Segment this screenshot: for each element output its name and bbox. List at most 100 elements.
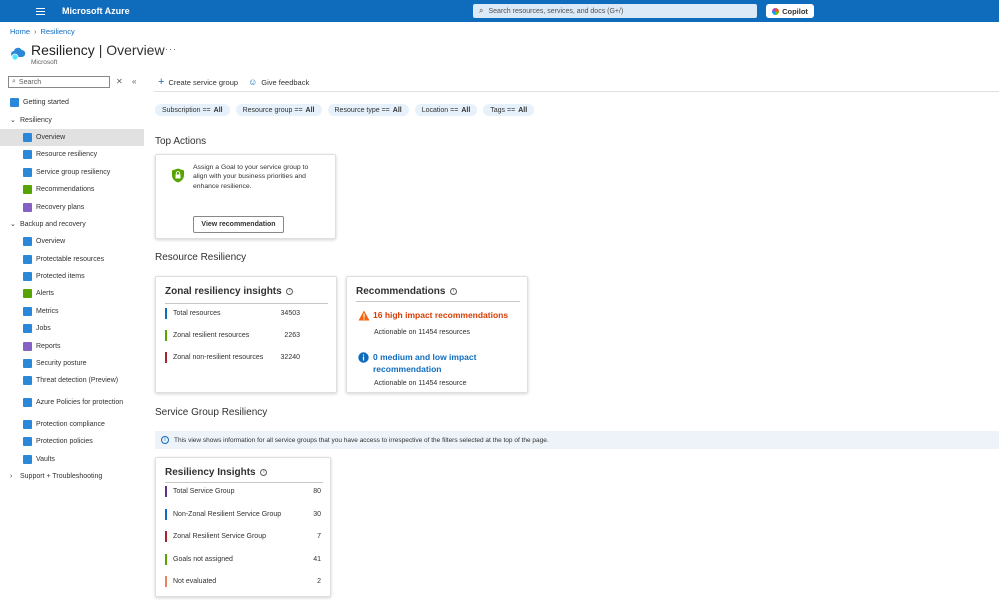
sidebar-item-recommendations[interactable]: Recommendations [0,181,144,198]
sidebar-item-support-troubleshooting[interactable]: › Support + Troubleshooting [0,468,144,485]
cloud-icon [23,237,32,247]
page-subtitle: Microsoft [31,59,58,66]
menu-icon[interactable] [32,0,48,22]
recommendations-title-text: Recommendations [356,286,446,297]
security-icon [23,359,32,369]
sidebar-item-jobs[interactable]: Jobs [0,320,144,337]
sidebar-item-overview[interactable]: Overview [0,233,144,250]
service-group-row-value: 2 [317,578,321,585]
sidebar-item-security-posture[interactable]: Security posture [0,355,144,372]
reports-icon [23,341,32,351]
chevron-right-icon[interactable]: › [10,473,20,480]
info-icon[interactable]: i [450,287,458,295]
search-icon: ⌕ [479,6,484,15]
sidebar-item-service-group-resiliency[interactable]: Service group resiliency [0,164,144,181]
info-banner: i This view shows information for all se… [155,431,999,449]
info-icon[interactable]: i [286,287,294,295]
sidebar-item-label: Protection policies [36,438,93,446]
jobs-icon [23,324,32,334]
filter-value: All [518,106,528,114]
divider [165,482,323,483]
filter-name: Subscription == [162,106,211,114]
more-options-icon[interactable]: ··· [165,44,177,54]
create-service-group-label: Create service group [168,77,239,87]
sidebar-item-getting-started[interactable]: Getting started [0,94,144,111]
breadcrumb-home[interactable]: Home [10,27,30,36]
sidebar-item-label: Resource resiliency [36,151,98,159]
filter-value: All [305,106,315,114]
sidebar-item-vaults[interactable]: Vaults [0,450,144,467]
zonal-insights-title: Zonal resiliency insights i [165,286,294,297]
sidebar-item-protection-compliance[interactable]: Protection compliance [0,416,144,433]
collapse-sidebar-icon[interactable]: « [132,77,136,86]
sidebar-item-label: Security posture [36,360,87,368]
sidebar-item-alerts[interactable]: Alerts [0,285,144,302]
sidebar-item-protected-items[interactable]: Protected items [0,268,144,285]
service-group-row: Zonal Resilient Service Group [165,531,266,542]
legend-bar [165,576,167,587]
sidebar-item-threat-detection-preview[interactable]: Threat detection (Preview) [0,372,144,389]
filter-resource-group[interactable]: Resource group == All [235,104,322,116]
legend-bar [165,531,167,542]
zonal-row-value: 32240 [280,354,300,361]
sidebar-item-label: Backup and recovery [20,220,86,228]
sidebar-item-protectable-resources[interactable]: Protectable resources [0,251,144,268]
create-service-group-button[interactable]: + Create service group [158,77,239,88]
sidebar-item-label: Support + Troubleshooting [20,473,103,480]
brand-title[interactable]: Microsoft Azure [62,6,130,16]
service-group-row-value: 41 [313,555,321,563]
sidebar-search-input[interactable]: ⌕ Search [8,76,110,88]
chevron-down-icon[interactable]: ⌄ [10,220,20,228]
global-search-input[interactable]: ⌕ Search resources, services, and docs (… [473,4,757,18]
filter-tags[interactable]: Tags == All [483,104,535,116]
top-actions-text: Assign a Goal to your service group to a… [193,164,309,190]
zonal-insights-card: Zonal resiliency insights i Total resour… [155,276,337,393]
global-search-placeholder: Search resources, services, and docs (G+… [488,7,624,15]
filter-resource-type[interactable]: Resource type == All [327,104,409,116]
sidebar-search-placeholder: Search [18,78,42,86]
sidebar-item-resource-resiliency[interactable]: Resource resiliency [0,146,144,163]
page-title: Resiliency | Overview [31,42,165,58]
sidebar-item-recovery-plans[interactable]: Recovery plans [0,198,144,215]
service-group-row-value: 80 [313,488,321,495]
breadcrumb-resiliency[interactable]: Resiliency [41,27,75,36]
top-actions-card: Assign a Goal to your service group to a… [155,154,336,239]
service-group-icon [23,167,32,177]
filter-subscription[interactable]: Subscription == All [155,104,230,116]
sidebar-item-backup-and-recovery[interactable]: ⌄ Backup and recovery [0,216,144,233]
sidebar-item-label: Jobs [36,325,51,333]
sidebar-item-azure-policies-for-protection[interactable]: Azure Policies for protection [0,390,144,416]
view-recommendation-button[interactable]: View recommendation [193,216,284,233]
high-impact-actionable: Actionable on 11454 resources [374,329,470,336]
sidebar-item-label: Alerts [36,290,54,298]
recommendations-card: Recommendations i 16 high impact recomme… [346,276,528,393]
copilot-button[interactable]: Copilot [766,4,814,18]
sidebar-item-reports[interactable]: Reports [0,337,144,354]
high-impact-recommendations-link[interactable]: 16 high impact recommendations [373,310,508,320]
sidebar-item-metrics[interactable]: Metrics [0,303,144,320]
sidebar-item-label: Resiliency [20,116,52,124]
filter-location[interactable]: Location == All [414,104,478,116]
sidebar-item-label: Protected items [36,273,85,281]
resiliency-cloud-icon [11,47,26,61]
zonal-row-label: Zonal resilient resources [173,332,250,339]
zonal-insights-title-text: Zonal resiliency insights [165,286,282,297]
sidebar-item-overview[interactable]: Overview [0,128,144,147]
sidebar-item-resiliency[interactable]: ⌄ Resiliency [0,111,144,128]
filter-value: All [213,106,223,114]
sidebar-item-label: Getting started [23,99,69,107]
service-group-row-value: 7 [317,533,321,540]
legend-bar [165,553,167,565]
clear-search-icon[interactable]: ✕ [116,77,123,86]
give-feedback-button[interactable]: ☺ Give feedback [248,77,309,87]
chevron-down-icon[interactable]: ⌄ [10,116,20,124]
feedback-icon: ☺ [248,77,258,87]
legend-bar [165,508,167,520]
sidebar-item-protection-policies[interactable]: Protection policies [0,433,144,450]
zonal-row-label: Zonal non-resilient resources [173,354,264,361]
legend-bar [165,486,167,497]
sidebar-item-label: Overview [36,133,66,141]
resiliency-insights-title: Resiliency Insights i [165,467,268,478]
info-icon[interactable]: i [260,468,268,476]
low-impact-recommendation-link[interactable]: 0 medium and low impact recommendation [373,351,513,375]
